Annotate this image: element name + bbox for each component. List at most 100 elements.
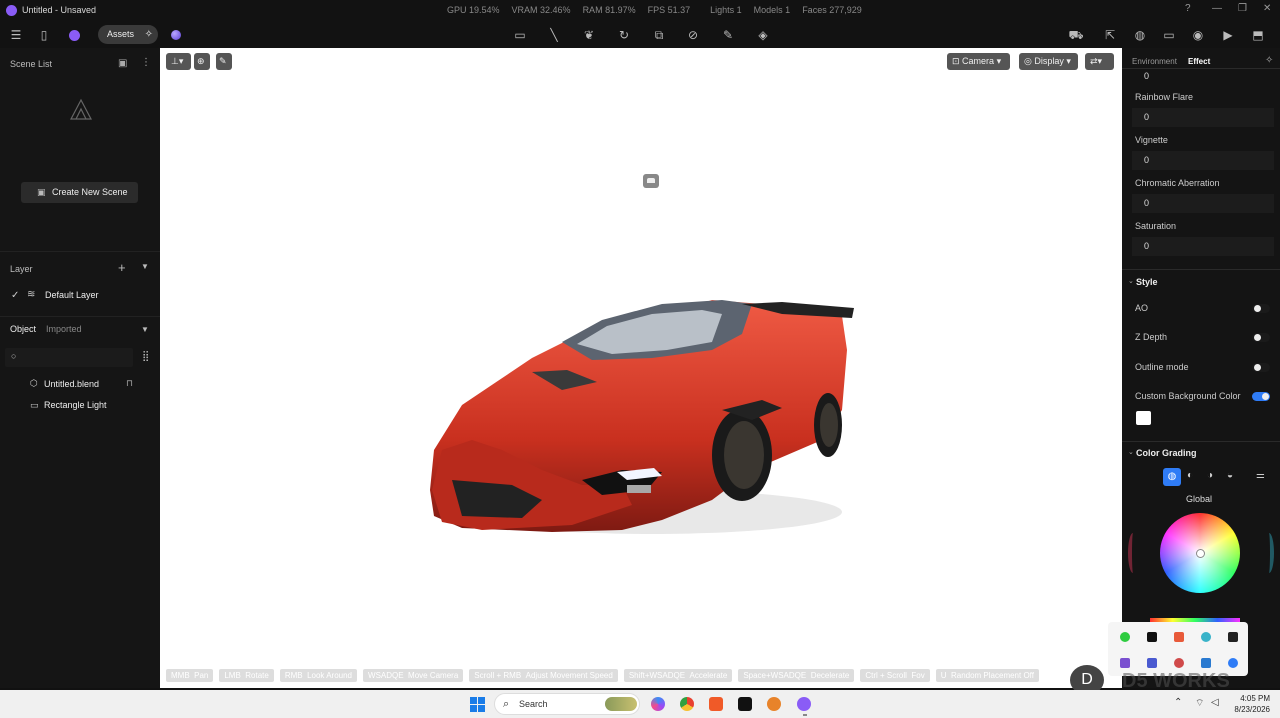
meet-icon[interactable]	[1147, 658, 1157, 668]
z-depth-toggle[interactable]	[1252, 333, 1270, 342]
whatsapp-icon[interactable]	[1120, 632, 1130, 642]
maximize-button[interactable]: ❐	[1238, 3, 1247, 14]
chevron-down-icon[interactable]: ⌄	[1128, 448, 1134, 456]
camera-dropdown[interactable]: ⊡ Camera ▾	[947, 53, 1010, 70]
ai-add-icon[interactable]	[66, 27, 82, 43]
orb-icon[interactable]	[168, 27, 184, 43]
car-model[interactable]	[422, 290, 862, 540]
bg-color-swatch[interactable]	[1136, 411, 1151, 425]
ao-label: AO	[1135, 303, 1149, 313]
rotate-tool-icon[interactable]: ↻	[616, 27, 632, 43]
nvidia-icon[interactable]	[1147, 632, 1157, 642]
chevron-down-icon[interactable]: ▼	[141, 325, 149, 334]
close-button[interactable]: ✕	[1263, 3, 1271, 14]
onedrive-icon[interactable]	[1201, 658, 1211, 668]
copilot-icon[interactable]	[651, 697, 665, 711]
object-item-blend[interactable]: Untitled.blend	[44, 379, 99, 389]
style-section-title[interactable]: Style	[1136, 277, 1158, 287]
clock-date[interactable]: 8/23/2026	[1226, 705, 1270, 714]
view-options-button[interactable]: ⇄▾	[1085, 53, 1114, 70]
screen-icon[interactable]: ▭	[1161, 27, 1177, 43]
slice-tool-icon[interactable]: ⊘	[685, 27, 701, 43]
tab-effect[interactable]: Effect	[1188, 57, 1210, 66]
highlights-icon[interactable]: ◒	[1227, 470, 1233, 481]
custom-bg-color-toggle[interactable]	[1252, 392, 1270, 401]
saturation-input[interactable]: 0	[1132, 237, 1274, 256]
taskbar-search-input[interactable]: ⌕ Search	[494, 693, 640, 715]
shadows-icon[interactable]: ◐	[1187, 470, 1193, 481]
paint-app-icon[interactable]	[1174, 632, 1184, 642]
wifi-icon[interactable]: ⌔	[1195, 697, 1204, 710]
object-search-input[interactable]: ○	[5, 348, 133, 367]
panorama-icon[interactable]: ⬒	[1250, 27, 1266, 43]
bluetooth-icon[interactable]	[1228, 658, 1238, 668]
light-gizmo-icon[interactable]	[643, 174, 659, 188]
color-wheel-handle[interactable]	[1196, 549, 1205, 558]
volume-icon[interactable]: ◁	[1211, 697, 1219, 708]
clock-time[interactable]: 4:05 PM	[1232, 694, 1270, 703]
scene-image-icon[interactable]: ▣	[118, 58, 127, 69]
cloud-app-icon[interactable]	[1201, 632, 1211, 642]
color-grading-section-title[interactable]: Color Grading	[1136, 448, 1197, 458]
windows-start-icon[interactable]	[470, 697, 485, 712]
global-grading-icon[interactable]: ◍	[1163, 468, 1181, 486]
brave-icon[interactable]	[709, 697, 723, 711]
chevron-down-icon[interactable]: ⌄	[1128, 277, 1134, 285]
chrome-icon[interactable]	[680, 697, 694, 711]
ao-toggle[interactable]	[1252, 304, 1270, 313]
chromatic-aberration-input[interactable]: 0	[1132, 194, 1274, 213]
pen-tool-icon[interactable]: ✎	[720, 27, 736, 43]
minimize-button[interactable]: —	[1212, 3, 1222, 14]
camera-icon[interactable]: ◉	[1190, 27, 1206, 43]
file-icon[interactable]: ▯	[36, 27, 52, 43]
rainbow-flare-input[interactable]: 0	[1132, 108, 1274, 127]
tab-object[interactable]: Object	[10, 324, 36, 334]
pen-app-icon[interactable]	[1120, 658, 1130, 668]
pin-icon[interactable]: ✧	[1265, 55, 1273, 66]
hint: U Random Placement Off	[935, 669, 1039, 682]
add-layer-icon[interactable]: +	[118, 260, 126, 275]
app-tray-icon[interactable]	[1228, 632, 1238, 642]
car-icon[interactable]: ⛟	[1068, 27, 1084, 43]
menu-icon[interactable]: ☰	[8, 27, 24, 43]
d5-render-icon[interactable]	[797, 697, 811, 711]
export-icon[interactable]: ⇱	[1102, 27, 1118, 43]
help-icon[interactable]: ?	[1185, 3, 1191, 14]
transform-mode-button[interactable]: ⊥▾	[166, 53, 191, 70]
tab-environment[interactable]: Environment	[1132, 57, 1177, 66]
rectangle-tool-icon[interactable]: ▭	[512, 27, 528, 43]
chevron-down-icon[interactable]: ▼	[141, 262, 149, 271]
assets-button[interactable]: Assets ✧	[98, 25, 158, 44]
vignette-input[interactable]: 0	[1132, 151, 1274, 170]
object-item-light[interactable]: Rectangle Light	[44, 400, 107, 410]
box-tool-icon[interactable]: ⧉	[651, 27, 667, 43]
more-icon[interactable]: ⋮	[141, 57, 151, 68]
layers-tool-icon[interactable]: ◈	[755, 27, 771, 43]
default-layer-item[interactable]: Default Layer	[45, 290, 99, 300]
midtones-icon[interactable]: ◑	[1207, 470, 1213, 481]
paint-icon[interactable]: ◍	[1132, 27, 1148, 43]
search-icon: ○	[11, 351, 17, 361]
active-app-indicator	[803, 714, 807, 716]
pencil-icon[interactable]: ✎	[216, 53, 232, 70]
blender-icon[interactable]	[767, 697, 781, 711]
3d-viewport[interactable]: ⊥▾ ⊕ ✎ ⊡ Camera ▾ ◎ Display ▾ ⇄▾ MMB Pan…	[160, 48, 1122, 688]
terminal-icon[interactable]	[738, 697, 752, 711]
display-dropdown[interactable]: ◎ Display ▾	[1019, 53, 1078, 70]
check-icon[interactable]: ✓	[11, 290, 19, 301]
outline-mode-toggle[interactable]	[1252, 363, 1270, 372]
leaf-tool-icon[interactable]: ❦	[581, 27, 597, 43]
color-wheel[interactable]	[1160, 513, 1240, 593]
video-icon[interactable]: ▶	[1220, 27, 1236, 43]
effect-top-value[interactable]: 0	[1144, 71, 1149, 81]
tab-imported[interactable]: Imported	[46, 324, 82, 334]
chrome-tray-icon[interactable]	[1174, 658, 1184, 668]
sliders-icon[interactable]: ⚌	[1256, 470, 1265, 481]
globe-icon[interactable]: ⊕	[194, 53, 210, 70]
line-tool-icon[interactable]: ╲	[546, 27, 562, 43]
tray-chevron-icon[interactable]: ⌃	[1174, 697, 1182, 708]
assets-label: Assets	[107, 29, 135, 39]
grid-icon[interactable]: ⣿	[142, 351, 149, 362]
create-new-scene-button[interactable]: ▣ Create New Scene	[21, 182, 138, 203]
lock-icon[interactable]: ⊓	[126, 378, 133, 389]
